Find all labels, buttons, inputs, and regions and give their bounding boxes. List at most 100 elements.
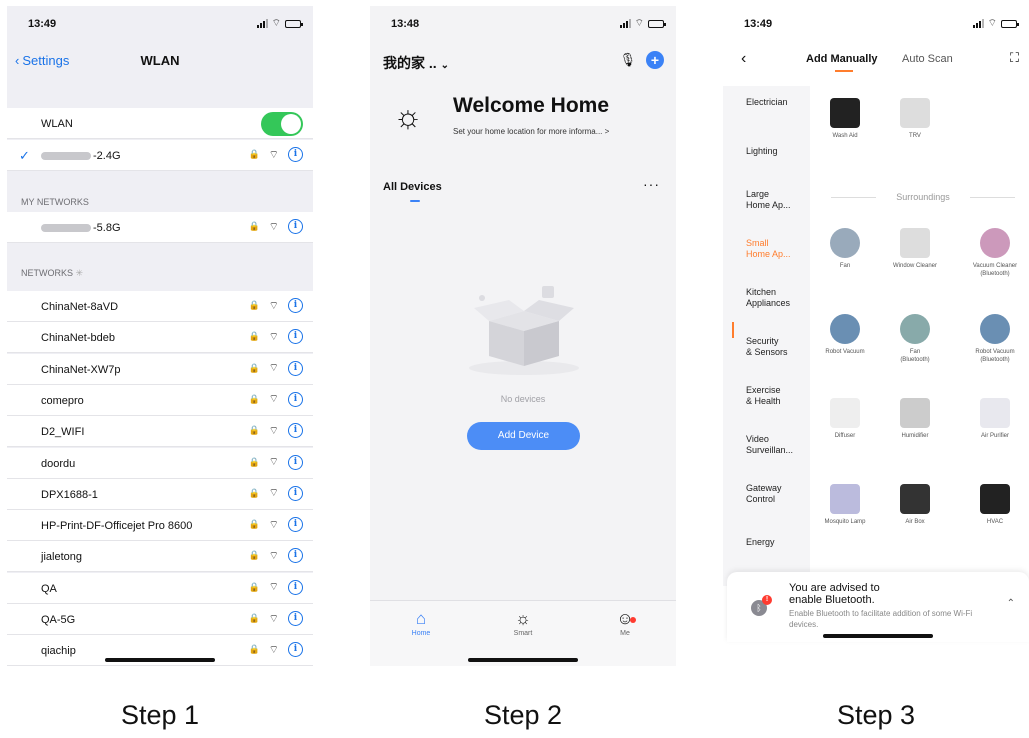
info-icon[interactable]: i xyxy=(288,219,303,234)
tab-auto-scan[interactable]: Auto Scan xyxy=(902,53,953,65)
tab-add-manually[interactable]: Add Manually xyxy=(806,53,878,65)
info-icon[interactable]: i xyxy=(288,329,303,345)
info-icon[interactable]: i xyxy=(288,548,303,564)
status-icons: ⌔ xyxy=(256,17,303,30)
network-row[interactable]: QA 🔒 ⌔ i xyxy=(7,572,313,604)
device-item[interactable]: Air Purifier xyxy=(963,398,1027,440)
network-row[interactable]: QA-5G 🔒 ⌔ i xyxy=(7,604,313,635)
device-item[interactable]: HVAC xyxy=(963,484,1027,526)
home-indicator xyxy=(105,658,215,662)
wifi-icon: ⌔ xyxy=(268,456,279,468)
category-item[interactable]: Energy xyxy=(746,537,808,548)
device-item[interactable]: Window Cleaner xyxy=(883,228,947,270)
device-item[interactable]: Fan (Bluetooth) xyxy=(883,314,947,364)
trv-icon xyxy=(900,98,930,128)
microphone-icon[interactable]: 🎙 xyxy=(619,52,636,68)
network-row[interactable]: doordu 🔒 ⌔ i xyxy=(7,447,313,479)
network-row[interactable]: ChinaNet-XW7p 🔒 ⌔ i xyxy=(7,353,313,385)
scan-icon[interactable]: ⛶ xyxy=(1010,50,1019,66)
tab-all-devices[interactable]: All Devices xyxy=(383,181,442,193)
info-icon[interactable]: i xyxy=(288,579,303,595)
status-icons: ⌔ xyxy=(619,17,666,30)
lock-icon: 🔒 xyxy=(248,362,260,373)
lock-icon: 🔒 xyxy=(248,300,260,310)
network-row[interactable]: jialetong 🔒 ⌔ i xyxy=(7,541,313,573)
network-name: ChinaNet-XW7p xyxy=(41,363,121,376)
info-icon[interactable]: i xyxy=(288,391,303,407)
lock-icon: 🔒 xyxy=(248,519,260,530)
add-device-button[interactable]: Add Device xyxy=(467,422,580,450)
device-item[interactable]: Robot Vacuum xyxy=(813,314,877,356)
back-button[interactable]: ‹ xyxy=(741,50,746,68)
device-item[interactable]: TRV xyxy=(883,98,947,140)
wlan-label: WLAN xyxy=(41,118,73,130)
home-selector[interactable]: 我的家 .. ⌄ xyxy=(383,53,449,73)
add-icon[interactable]: + xyxy=(646,51,664,69)
network-row[interactable]: DPX1688-1 🔒 ⌔ i xyxy=(7,478,313,510)
tab-me[interactable]: ☺ Me xyxy=(600,609,650,637)
mosquito-lamp-icon xyxy=(830,484,860,514)
wifi-icon: ⌔ xyxy=(634,18,644,29)
bluetooth-prompt[interactable]: ᛒ ! You are advised to enable Bluetooth. … xyxy=(727,572,1029,642)
info-icon[interactable]: i xyxy=(288,485,303,501)
category-item[interactable]: Video Surveillan... xyxy=(746,434,808,456)
device-item[interactable]: Fan xyxy=(813,228,877,270)
home-indicator xyxy=(468,658,578,662)
step-caption: Step 2 xyxy=(483,700,563,730)
connected-network-name: -2.4G xyxy=(41,150,121,162)
device-item[interactable]: Humidifier xyxy=(883,398,947,440)
device-item[interactable]: Robot Vacuum (Bluetooth) xyxy=(963,314,1027,364)
info-icon[interactable]: i xyxy=(288,611,303,626)
info-icon[interactable]: i xyxy=(288,517,303,533)
alert-badge: ! xyxy=(762,595,772,605)
category-item[interactable]: Exercise & Health xyxy=(746,385,808,407)
category-item[interactable]: Small Home Ap... xyxy=(746,238,808,260)
wifi-icon: ⌔ xyxy=(987,18,997,29)
wifi-icon: ⌔ xyxy=(268,393,279,406)
category-item[interactable]: Security & Sensors xyxy=(746,336,808,358)
lock-icon: 🔒 xyxy=(248,149,260,159)
device-item[interactable]: Diffuser xyxy=(813,398,877,440)
battery-icon xyxy=(648,19,666,28)
category-item[interactable]: Lighting xyxy=(746,146,808,157)
fan-icon xyxy=(830,228,860,258)
device-item[interactable]: Air Box xyxy=(883,484,947,526)
network-name: HP-Print-DF-Officejet Pro 8600 xyxy=(41,520,193,533)
info-icon[interactable]: i xyxy=(288,298,303,313)
category-item[interactable]: Gateway Control xyxy=(746,483,808,505)
category-item[interactable]: Large Home Ap... xyxy=(746,189,808,211)
device-item[interactable]: Vacuum Cleaner (Bluetooth) xyxy=(963,228,1027,278)
info-icon[interactable]: i xyxy=(288,454,303,470)
info-icon[interactable]: i xyxy=(288,642,303,658)
info-icon[interactable]: i xyxy=(288,360,303,376)
network-row[interactable]: ChinaNet-8aVD 🔒 ⌔ i xyxy=(7,291,313,322)
network-name: ChinaNet-8aVD xyxy=(41,301,119,313)
home-icon: ⌂ xyxy=(415,609,427,628)
more-icon[interactable]: ··· xyxy=(643,176,660,192)
category-item[interactable]: Electrician xyxy=(746,97,808,108)
connected-network-row[interactable]: ✓ -2.4G 🔒 ⌔ i xyxy=(7,140,313,171)
robot-vacuum-icon xyxy=(980,314,1010,344)
category-item[interactable]: Kitchen Appliances xyxy=(746,287,808,309)
networks-header: NETWORKS ✳ xyxy=(21,268,84,278)
network-row[interactable]: comepro 🔒 ⌔ i xyxy=(7,384,313,416)
my-network-row[interactable]: -5.8G 🔒 ⌔ i xyxy=(7,212,313,243)
lock-icon: 🔒 xyxy=(248,221,260,231)
network-row[interactable]: D2_WIFI 🔒 ⌔ i xyxy=(7,416,313,448)
location-hint-link[interactable]: Set your home location for more informa.… xyxy=(453,127,609,136)
wlan-toggle[interactable] xyxy=(261,112,303,136)
device-item[interactable]: Mosquito Lamp xyxy=(813,484,877,526)
device-item[interactable]: Wash Aid xyxy=(813,98,877,140)
tab-home[interactable]: ⌂ Home xyxy=(396,609,446,637)
bluetooth-prompt-description: Enable Bluetooth to facilitate addition … xyxy=(789,609,973,629)
network-name: jialetong xyxy=(41,551,82,564)
chevron-up-icon[interactable]: ⌃ xyxy=(1007,598,1015,609)
network-row[interactable]: HP-Print-DF-Officejet Pro 8600 🔒 ⌔ i xyxy=(7,510,313,542)
tab-smart[interactable]: ☼ Smart xyxy=(498,609,548,637)
info-icon[interactable]: i xyxy=(288,423,303,439)
wifi-icon: ⌔ xyxy=(268,643,279,656)
my-network-name: -5.8G xyxy=(41,222,121,234)
network-row[interactable]: ChinaNet-bdeb 🔒 ⌔ i xyxy=(7,322,313,354)
info-icon[interactable]: i xyxy=(288,147,303,162)
status-time: 13:48 xyxy=(391,18,420,30)
